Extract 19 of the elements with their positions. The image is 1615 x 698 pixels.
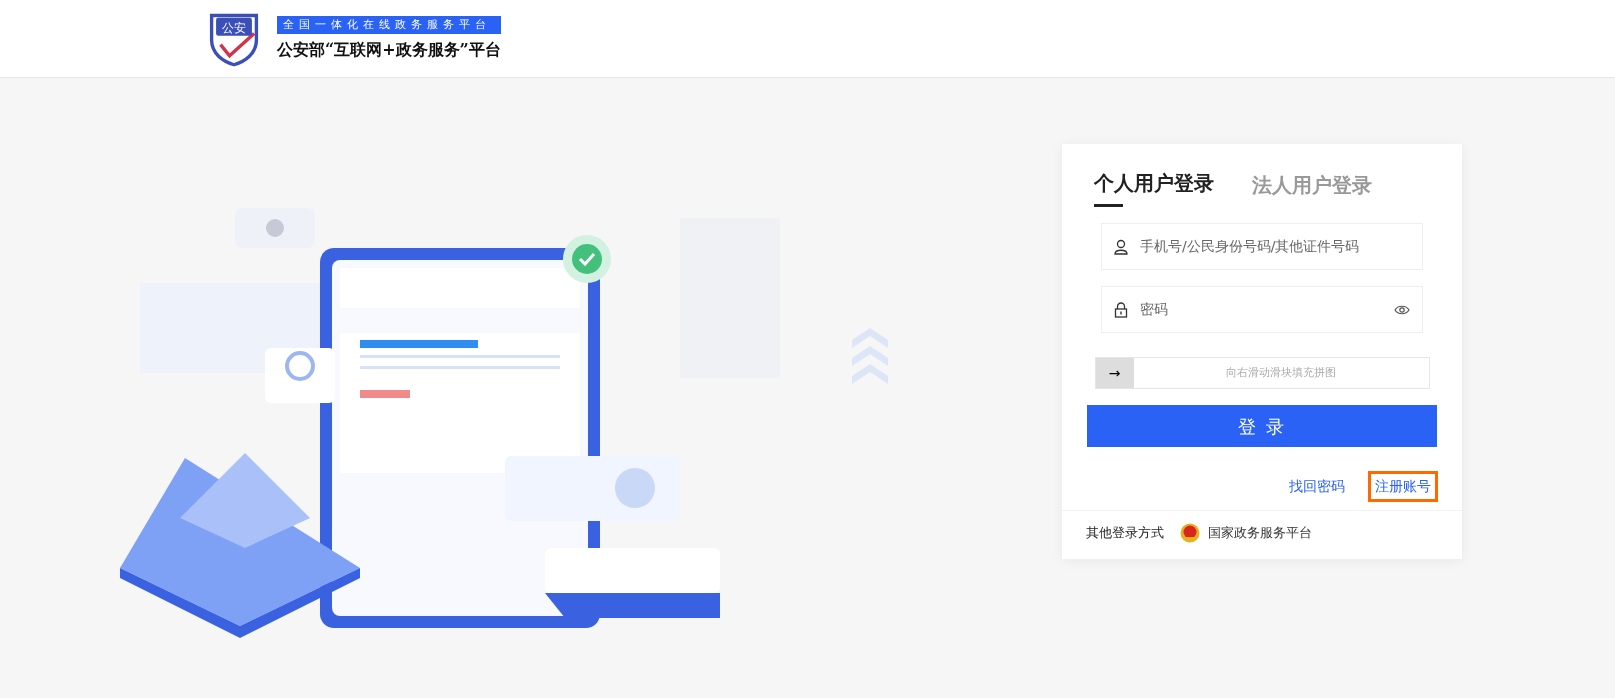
eye-icon[interactable]	[1394, 303, 1410, 316]
platform-slogan: 全国一体化在线政务服务平台	[277, 15, 501, 34]
account-link[interactable]: 找回密码	[1282, 471, 1352, 502]
slider-handle[interactable]: →	[1095, 358, 1134, 388]
login-tab[interactable]: 法人用户登录	[1252, 168, 1372, 207]
account-link[interactable]: 注册账号	[1368, 471, 1438, 502]
password-field[interactable]: 密码	[1138, 298, 1384, 321]
emblem-icon	[1180, 523, 1200, 543]
platform-title: 公安部“互联网+政务服务”平台	[277, 38, 501, 61]
login-tab[interactable]: 个人用户登录	[1094, 168, 1214, 207]
account-box[interactable]: 手机号/公民身份号码/其他证件号码	[1101, 223, 1423, 270]
slider-hint: 向右滑动滑块填充拼图	[1225, 365, 1337, 381]
gov-platform-login-link[interactable]: 国家政务服务平台	[1180, 523, 1312, 543]
other-login-label: 其他登录方式	[1086, 524, 1164, 543]
account-field[interactable]: 手机号/公民身份号码/其他证件号码	[1138, 235, 1410, 258]
password-box[interactable]: 密码	[1101, 286, 1423, 333]
login-button[interactable]: 登 录	[1087, 405, 1437, 447]
lock-icon	[1114, 301, 1128, 318]
user-icon	[1114, 238, 1128, 255]
